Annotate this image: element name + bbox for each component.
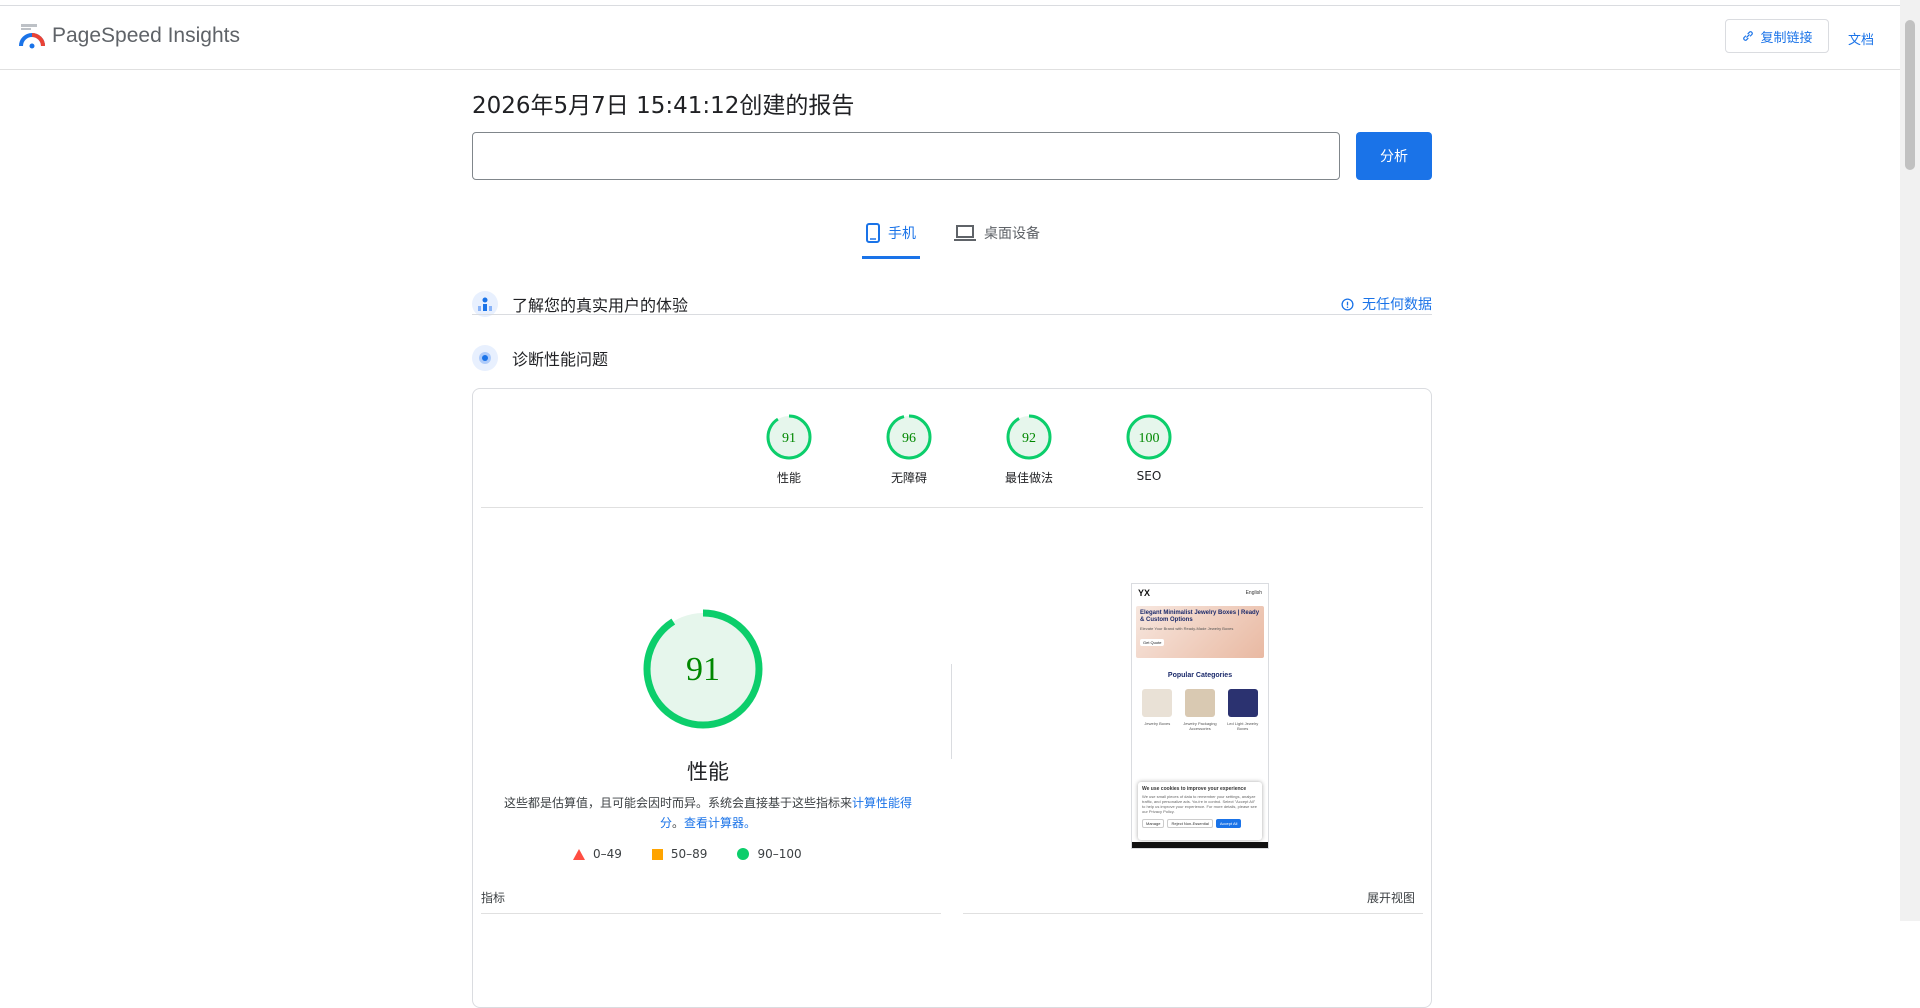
performance-description: 这些都是估算值，且可能会因时而异。系统会直接基于这些指标来计算性能得分。查看计算… bbox=[503, 793, 913, 833]
legend-range: 90–100 bbox=[757, 847, 802, 861]
performance-title: 性能 bbox=[687, 760, 729, 784]
gauge-label: 无障碍 bbox=[890, 471, 927, 485]
gauge-seo[interactable]: 100 SEO bbox=[1109, 413, 1189, 483]
diagnose-icon bbox=[472, 345, 498, 371]
brand-title[interactable]: PageSpeed Insights bbox=[52, 24, 240, 48]
copy-link-button[interactable]: 复制链接 bbox=[1725, 19, 1829, 53]
shot-category-image bbox=[1184, 689, 1215, 717]
gauge-label: SEO bbox=[1136, 469, 1162, 483]
gauge-value: 92 bbox=[1022, 431, 1036, 446]
shot-category-label: Jewelry Packaging Accessories bbox=[1183, 721, 1217, 731]
metrics-divider bbox=[963, 913, 1423, 914]
shot-cookie-text: We use small pieces of data to remember … bbox=[1142, 794, 1257, 814]
legend-range: 50–89 bbox=[670, 847, 708, 861]
field-data-section: 了解您的真实用户的体验 无任何数据 bbox=[472, 284, 1432, 324]
field-data-title: 了解您的真实用户的体验 bbox=[512, 296, 689, 315]
lab-data-title: 诊断性能问题 bbox=[512, 350, 609, 369]
link-icon bbox=[1743, 31, 1754, 41]
circle-icon bbox=[737, 848, 750, 860]
score-gauges: 91 性能 96 无障碍 92 最佳做法 100 SEO bbox=[749, 413, 1172, 513]
lab-data-section: 诊断性能问题 bbox=[472, 338, 1432, 378]
gauge-performance[interactable]: 91 性能 bbox=[749, 413, 829, 486]
shot-cookie-accept: Accept All bbox=[1215, 819, 1242, 828]
report-title: 2026年5月7日 15:41:12创建的报告 bbox=[472, 93, 855, 119]
gauge-ring: 92 bbox=[1006, 414, 1052, 460]
gauge-ring: 100 bbox=[1126, 414, 1172, 460]
shot-cookie-title: We use cookies to improve your experienc… bbox=[1142, 786, 1247, 792]
copy-link-label: 复制链接 bbox=[1760, 30, 1813, 46]
shot-popular-title: Popular Categories bbox=[1167, 672, 1233, 679]
scrollbar-thumb[interactable] bbox=[1905, 20, 1915, 170]
info-icon bbox=[1341, 297, 1354, 311]
no-data-label: 无任何数据 bbox=[1362, 297, 1432, 313]
shot-categories: Jewelry Boxes Jewelry Packaging Accessor… bbox=[1132, 689, 1268, 731]
legend-pass: 90–100 bbox=[737, 847, 802, 861]
page-screenshot[interactable]: YX English Elegant Minimalist Jewelry Bo… bbox=[1131, 583, 1269, 849]
device-tabs: 手机 桌面设备 bbox=[862, 210, 1162, 259]
gauge-value: 100 bbox=[1139, 431, 1160, 446]
url-input[interactable] bbox=[472, 132, 1340, 180]
shot-category: Jewelry Boxes bbox=[1139, 689, 1175, 731]
gauge-ring: 96 bbox=[886, 414, 932, 460]
analyze-button[interactable]: 分析 bbox=[1356, 132, 1432, 180]
shot-hero-button: Get Quote bbox=[1140, 639, 1165, 646]
gauge-best-practices[interactable]: 92 最佳做法 bbox=[989, 413, 1069, 486]
page-scrollbar[interactable] bbox=[1900, 0, 1920, 921]
metrics-label: 指标 bbox=[481, 891, 506, 905]
expand-view-link[interactable]: 展开视图 bbox=[1367, 889, 1415, 906]
card-divider bbox=[481, 507, 1423, 508]
legend-fail: 0–49 bbox=[573, 847, 622, 861]
gauge-value: 91 bbox=[782, 431, 796, 446]
gauge-label: 最佳做法 bbox=[1004, 471, 1053, 485]
section-divider bbox=[472, 314, 1432, 315]
performance-big-gauge: 91 bbox=[643, 609, 763, 729]
shot-hero-title: Elegant Minimalist Jewelry Boxes | Ready… bbox=[1140, 610, 1260, 623]
legend-average: 50–89 bbox=[651, 847, 708, 861]
tab-mobile-label: 手机 bbox=[888, 226, 916, 242]
shot-cookie-banner: We use cookies to improve your experienc… bbox=[1138, 782, 1262, 840]
gauge-accessibility[interactable]: 96 无障碍 bbox=[869, 413, 949, 486]
tab-desktop-label: 桌面设备 bbox=[984, 226, 1040, 242]
shot-cookie-manage: Manage bbox=[1142, 819, 1165, 828]
shot-category-image bbox=[1227, 689, 1258, 717]
laptop-icon bbox=[954, 225, 976, 241]
pagespeed-logo-icon[interactable] bbox=[18, 22, 46, 50]
shot-cookie-reject: Reject Non-Essential bbox=[1167, 819, 1213, 828]
header-bar: PageSpeed Insights 复制链接 文档 bbox=[0, 6, 1900, 70]
triangle-icon bbox=[573, 848, 585, 860]
shot-logo: YX bbox=[1138, 588, 1151, 598]
shot-category-label: Led Light Jewelry Boxes bbox=[1227, 721, 1259, 731]
square-icon bbox=[651, 848, 663, 860]
shot-navbar: YX English bbox=[1132, 584, 1268, 602]
gauge-label: 性能 bbox=[776, 471, 801, 485]
shot-hero: Elegant Minimalist Jewelry Boxes | Ready… bbox=[1136, 606, 1264, 658]
score-legend: 0–49 50–89 90–100 bbox=[573, 847, 873, 861]
docs-link[interactable]: 文档 bbox=[1848, 29, 1874, 48]
no-data-link[interactable]: 无任何数据 bbox=[1341, 294, 1432, 314]
shot-lang: English bbox=[1245, 590, 1262, 596]
shot-hero-subtitle: Elevate Your Brand with Ready-Made Jewel… bbox=[1140, 626, 1234, 631]
gauge-ring: 91 bbox=[766, 414, 812, 460]
desc-text-mid: 。 bbox=[671, 816, 684, 830]
shot-footer bbox=[1132, 842, 1268, 848]
legend-range: 0–49 bbox=[593, 847, 622, 861]
performance-score-value: 91 bbox=[686, 651, 720, 688]
tab-desktop[interactable]: 桌面设备 bbox=[954, 210, 1040, 256]
shot-cookie-buttons: Manage Reject Non-Essential Accept All bbox=[1142, 819, 1258, 828]
calculator-link[interactable]: 查看计算器。 bbox=[684, 816, 756, 830]
phone-icon bbox=[866, 223, 880, 243]
shot-category-label: Jewelry Boxes bbox=[1144, 721, 1171, 726]
gauge-value: 96 bbox=[902, 431, 916, 446]
metrics-divider bbox=[481, 913, 941, 914]
shot-category: Led Light Jewelry Boxes bbox=[1225, 689, 1261, 731]
vertical-divider bbox=[951, 664, 952, 759]
tab-mobile[interactable]: 手机 bbox=[862, 210, 920, 259]
desc-text: 这些都是估算值，且可能会因时而异。系统会直接基于这些指标来 bbox=[503, 796, 852, 810]
shot-category: Jewelry Packaging Accessories bbox=[1182, 689, 1218, 731]
report-card: 91 性能 96 无障碍 92 最佳做法 100 SEO 91 性能 这些都是估… bbox=[472, 388, 1432, 1008]
shot-category-image bbox=[1142, 689, 1173, 717]
